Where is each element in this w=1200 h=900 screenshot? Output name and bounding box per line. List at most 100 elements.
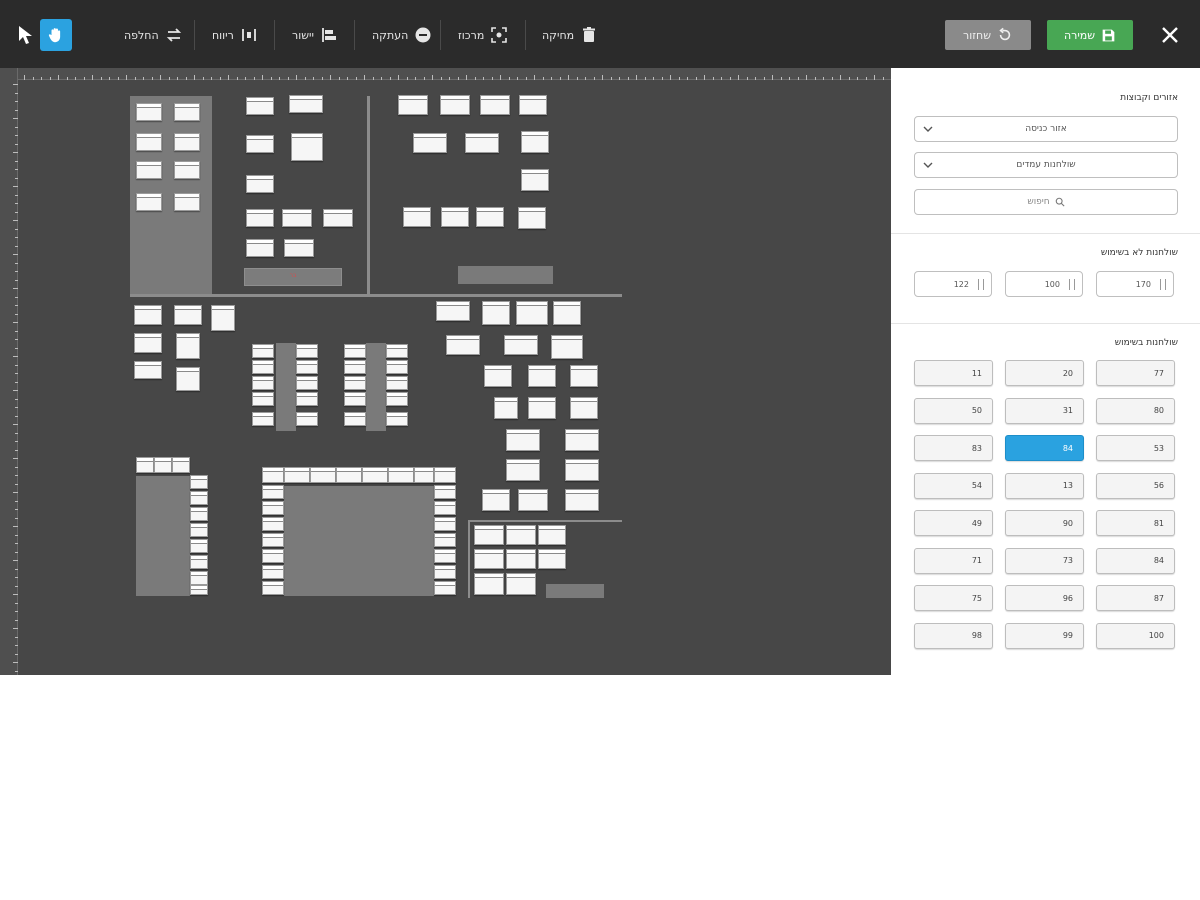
used-table-button[interactable]: 73 <box>1005 547 1084 574</box>
table-element[interactable] <box>386 412 408 426</box>
table-element[interactable] <box>434 533 456 547</box>
table-element[interactable] <box>434 467 456 483</box>
exchange-button[interactable]: החלפה <box>124 22 183 48</box>
table-element[interactable] <box>154 457 172 473</box>
table-element[interactable] <box>482 489 510 511</box>
table-element[interactable] <box>246 209 274 227</box>
table-element[interactable] <box>465 133 499 153</box>
save-button[interactable]: שמירה <box>1047 20 1133 50</box>
table-element[interactable] <box>246 239 274 257</box>
spinner-icon[interactable] <box>1069 279 1075 290</box>
table-element[interactable] <box>136 457 154 473</box>
hand-tool-button[interactable] <box>40 19 72 51</box>
table-element[interactable] <box>436 301 470 321</box>
used-table-button[interactable]: 98 <box>914 622 993 649</box>
table-element[interactable] <box>344 412 366 426</box>
table-element[interactable] <box>518 207 546 229</box>
used-table-button[interactable]: 81 <box>1096 510 1175 536</box>
used-table-button[interactable]: 80 <box>1096 397 1175 424</box>
table-element[interactable] <box>521 131 549 153</box>
group-select[interactable]: שולחנות עמדים <box>914 152 1178 178</box>
table-element[interactable] <box>262 549 284 563</box>
table-element[interactable] <box>136 161 162 179</box>
table-element[interactable] <box>176 333 200 359</box>
table-element[interactable] <box>252 376 274 390</box>
table-element[interactable] <box>172 457 190 473</box>
table-element[interactable] <box>504 335 538 355</box>
table-element[interactable] <box>136 193 162 211</box>
used-table-button[interactable]: 11 <box>914 360 993 386</box>
table-element[interactable] <box>246 175 274 193</box>
table-element[interactable] <box>262 581 284 595</box>
table-element[interactable] <box>291 133 323 161</box>
table-element[interactable] <box>434 517 456 531</box>
table-element[interactable] <box>174 103 200 121</box>
table-element[interactable] <box>386 344 408 358</box>
used-table-button[interactable]: 54 <box>914 472 993 499</box>
table-element[interactable] <box>521 169 549 191</box>
floor-plan-canvas[interactable]: בר <box>0 68 891 675</box>
table-element[interactable] <box>440 95 470 115</box>
used-table-button[interactable]: 99 <box>1005 622 1084 649</box>
table-element[interactable] <box>386 360 408 374</box>
table-element[interactable] <box>336 467 362 483</box>
table-element[interactable] <box>246 135 274 153</box>
table-element[interactable] <box>506 573 536 595</box>
table-element[interactable] <box>136 103 162 121</box>
used-table-button[interactable]: 84 <box>1005 435 1084 461</box>
align-button[interactable]: יישור <box>292 22 338 48</box>
table-element[interactable] <box>553 301 581 325</box>
table-element[interactable] <box>134 305 162 325</box>
copy-button[interactable]: העתקה <box>372 22 432 48</box>
table-element[interactable] <box>296 376 318 390</box>
table-element[interactable] <box>362 467 388 483</box>
table-element[interactable] <box>134 333 162 353</box>
table-element[interactable] <box>388 467 414 483</box>
table-element[interactable] <box>474 573 504 595</box>
table-element[interactable] <box>474 549 504 569</box>
unused-table-input[interactable]: 100 <box>1005 271 1083 297</box>
table-element[interactable] <box>252 344 274 358</box>
used-table-button[interactable]: 83 <box>914 435 993 461</box>
table-element[interactable] <box>344 376 366 390</box>
table-element[interactable] <box>482 301 510 325</box>
used-table-button[interactable]: 75 <box>914 585 993 611</box>
table-element[interactable] <box>565 489 599 511</box>
table-element[interactable] <box>190 475 208 489</box>
used-table-button[interactable]: 13 <box>1005 472 1084 499</box>
table-element[interactable] <box>565 429 599 451</box>
area-select[interactable]: אזור כניסה <box>914 116 1178 142</box>
table-element[interactable] <box>174 133 200 151</box>
table-element[interactable] <box>136 133 162 151</box>
table-element[interactable] <box>494 397 518 419</box>
used-table-button[interactable]: 71 <box>914 547 993 574</box>
table-element[interactable] <box>190 491 208 505</box>
table-element[interactable] <box>344 392 366 406</box>
table-element[interactable] <box>252 412 274 426</box>
used-table-button[interactable]: 77 <box>1096 360 1175 386</box>
table-element[interactable] <box>323 209 353 227</box>
table-element[interactable] <box>134 361 162 379</box>
used-table-button[interactable]: 31 <box>1005 397 1084 424</box>
table-element[interactable] <box>516 301 548 325</box>
table-element[interactable] <box>506 549 536 569</box>
table-element[interactable] <box>414 467 434 483</box>
table-element[interactable] <box>518 489 548 511</box>
table-element[interactable] <box>398 95 428 115</box>
table-element[interactable] <box>284 239 314 257</box>
table-element[interactable] <box>528 397 556 419</box>
search-input[interactable]: חיפוש <box>914 189 1178 215</box>
table-element[interactable] <box>434 581 456 595</box>
table-element[interactable] <box>528 365 556 387</box>
table-element[interactable] <box>386 376 408 390</box>
table-element[interactable] <box>262 565 284 579</box>
table-element[interactable] <box>446 335 480 355</box>
table-element[interactable] <box>386 392 408 406</box>
table-element[interactable] <box>344 360 366 374</box>
used-table-button[interactable]: 87 <box>1096 585 1175 611</box>
table-element[interactable] <box>296 344 318 358</box>
table-element[interactable] <box>570 365 598 387</box>
table-element[interactable] <box>344 344 366 358</box>
table-element[interactable] <box>310 467 336 483</box>
table-element[interactable] <box>296 412 318 426</box>
